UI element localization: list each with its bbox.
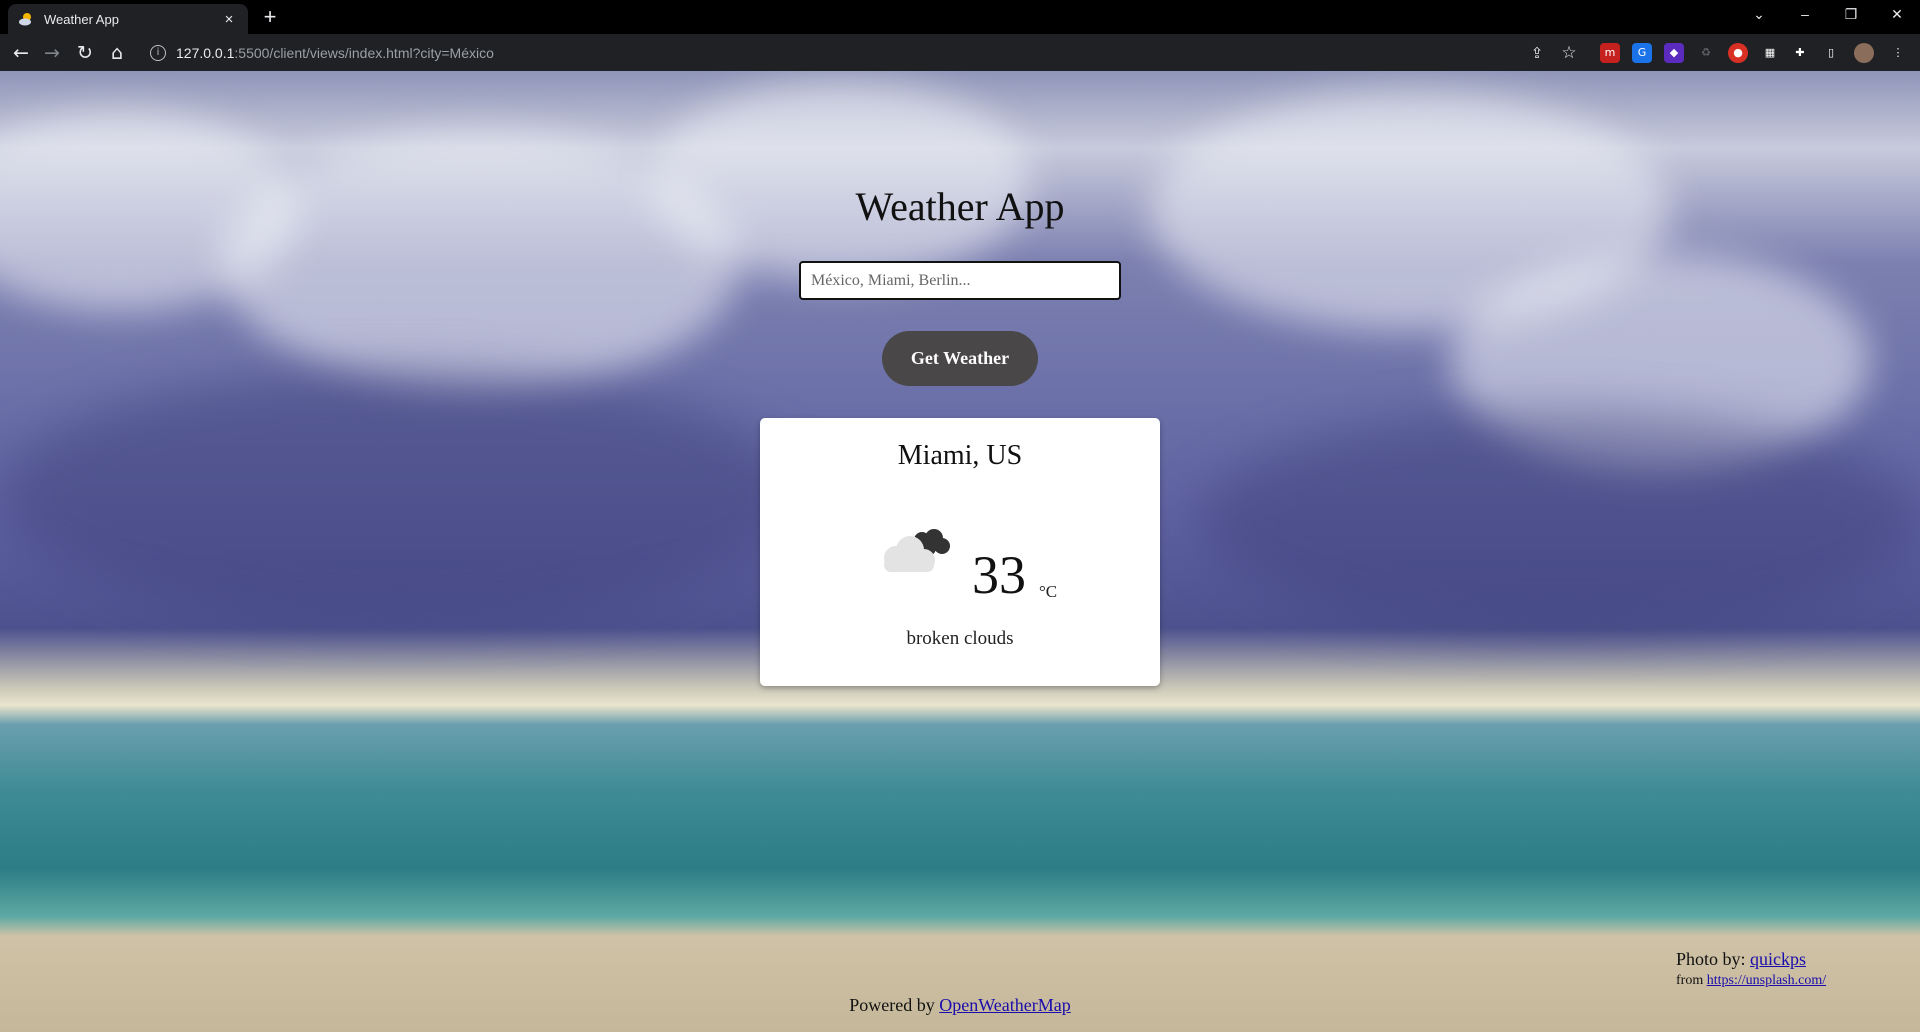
reload-icon[interactable]: ↻ [72,40,98,66]
weather-card: Miami, US 33 °C broken clouds [760,418,1160,686]
share-icon[interactable]: ⇪ [1524,40,1550,66]
city-search-input[interactable] [799,261,1121,300]
temperature-value: 33 [972,545,1026,605]
site-info-icon[interactable]: i [150,44,166,61]
get-weather-button[interactable]: Get Weather [882,331,1038,386]
forward-arrow-icon[interactable]: → [39,40,65,66]
url-path: :5500/client/views/index.html?city=Méxic… [234,44,494,61]
browser-tab[interactable]: Weather App × [8,4,248,34]
city-name: Miami, US [897,440,1023,471]
tab-close-icon[interactable]: × [220,11,238,28]
extension-grid-icon[interactable]: ▦ [1760,43,1780,63]
extensions-puzzle-icon[interactable]: ✚ [1790,43,1810,63]
weather-description: broken clouds [906,628,1014,649]
url-host: 127.0.0.1 [176,44,235,61]
restore-button[interactable]: ❐ [1828,0,1874,30]
weather-favicon-icon [18,11,34,27]
photo-credit: Photo by: quickps from https://unsplash.… [1676,948,1826,992]
browser-toolbar: ← → ↻ ⌂ i 127.0.0.1:5500/client/views/in… [0,34,1920,71]
back-arrow-icon[interactable]: ← [8,40,34,66]
photo-by-label: Photo by: [1676,949,1746,969]
photo-author-link[interactable]: quickps [1750,949,1806,969]
tab-title: Weather App [44,11,119,27]
tab-search-dropdown-icon[interactable]: ⌄ [1736,0,1782,30]
unsplash-link[interactable]: https://unsplash.com/ [1707,973,1826,988]
translate-extension-icon[interactable]: G [1632,43,1652,63]
side-panel-icon[interactable]: ▯ [1821,43,1841,63]
browser-tab-bar: Weather App × + ⌄ – ❐ ✕ [0,0,1920,34]
page-viewport: Weather App Get Weather Miami, US 33 °C … [0,71,1920,1032]
home-icon[interactable]: ⌂ [104,40,130,66]
extension-recycle-icon[interactable]: ♻ [1696,43,1716,63]
bookmark-star-icon[interactable]: ☆ [1556,40,1582,66]
new-tab-button[interactable]: + [258,5,282,29]
profile-avatar[interactable] [1854,43,1874,63]
powered-by-label: Powered by [849,995,935,1015]
photo-from-label: from [1676,973,1704,988]
page-title: Weather App [855,184,1065,229]
extension-purple-icon[interactable]: ◆ [1664,43,1684,63]
extension-record-icon[interactable]: ● [1728,43,1748,63]
openweathermap-link[interactable]: OpenWeatherMap [939,995,1071,1015]
broken-clouds-icon [878,524,954,576]
powered-by-footer: Powered by OpenWeatherMap [0,995,1920,1016]
address-bar[interactable]: i 127.0.0.1:5500/client/views/index.html… [140,37,1744,68]
close-window-button[interactable]: ✕ [1874,0,1920,30]
extension-red-icon[interactable]: m [1600,43,1620,63]
menu-kebab-icon[interactable]: ⋮ [1888,43,1908,63]
temperature-unit: °C [1039,582,1058,601]
minimize-button[interactable]: – [1782,0,1828,30]
